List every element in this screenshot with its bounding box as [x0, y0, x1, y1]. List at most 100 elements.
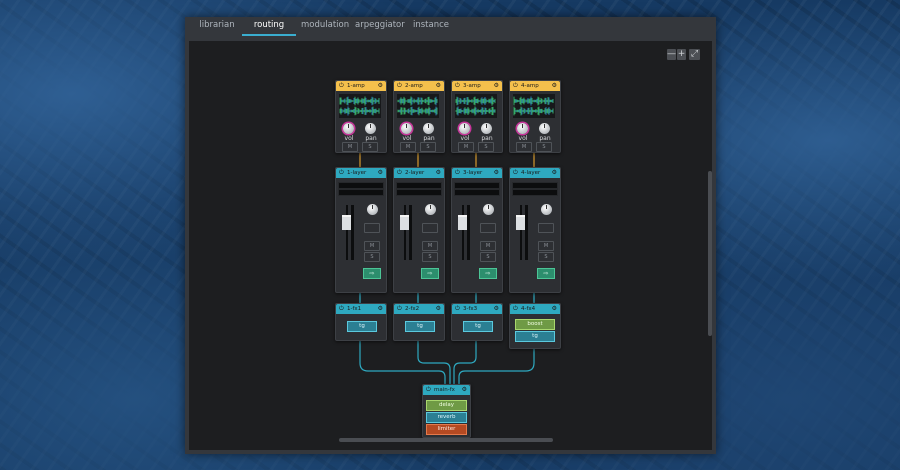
- fx-slot-limiter[interactable]: limiter: [426, 424, 467, 435]
- fx-module[interactable]: ⏻ 3-fx3 ⚙ tg: [451, 303, 503, 341]
- amp-module[interactable]: ⏻ 1-amp ⚙ vol pan M S: [335, 80, 387, 153]
- gear-icon[interactable]: ⚙: [552, 168, 557, 178]
- output-route-button[interactable]: ⇨: [479, 268, 497, 279]
- power-icon[interactable]: ⏻: [513, 304, 518, 314]
- mute-button[interactable]: M: [480, 241, 496, 251]
- gear-icon[interactable]: ⚙: [378, 304, 383, 314]
- output-route-button[interactable]: ⇨: [363, 268, 381, 279]
- solo-button[interactable]: S: [478, 142, 494, 152]
- layer-slot-button[interactable]: [364, 223, 380, 233]
- tab-modulation[interactable]: modulation: [301, 20, 349, 34]
- amp-header[interactable]: ⏻ 1-amp ⚙: [336, 81, 386, 91]
- volume-fader[interactable]: [516, 215, 525, 230]
- power-icon[interactable]: ⏻: [397, 168, 402, 178]
- tab-instance[interactable]: instance: [412, 20, 450, 34]
- fx-slot-delay[interactable]: delay: [426, 400, 467, 411]
- mute-button[interactable]: M: [516, 142, 532, 152]
- fx-header[interactable]: ⏻ 4-fx4 ⚙: [510, 304, 560, 314]
- power-icon[interactable]: ⏻: [397, 304, 402, 314]
- layer-slot-button[interactable]: [422, 223, 438, 233]
- solo-button[interactable]: S: [538, 252, 554, 262]
- power-icon[interactable]: ⏻: [455, 81, 460, 91]
- fx-header[interactable]: ⏻ 2-fx2 ⚙: [394, 304, 444, 314]
- gear-icon[interactable]: ⚙: [436, 168, 441, 178]
- gear-icon[interactable]: ⚙: [436, 81, 441, 91]
- amp-module[interactable]: ⏻ 3-amp ⚙ vol pan M S: [451, 80, 503, 153]
- layer-slot-button[interactable]: [480, 223, 496, 233]
- layer-module[interactable]: ⏻ 1-layer ⚙ M S ⇨: [335, 167, 387, 293]
- fit-view-button[interactable]: ⤢: [689, 49, 700, 60]
- vertical-scrollbar[interactable]: [708, 171, 712, 336]
- amp-header[interactable]: ⏻ 3-amp ⚙: [452, 81, 502, 91]
- gear-icon[interactable]: ⚙: [494, 81, 499, 91]
- gear-icon[interactable]: ⚙: [494, 168, 499, 178]
- vol-knob[interactable]: [343, 123, 354, 134]
- amp-header[interactable]: ⏻ 4-amp ⚙: [510, 81, 560, 91]
- gear-icon[interactable]: ⚙: [378, 81, 383, 91]
- mute-button[interactable]: M: [538, 241, 554, 251]
- mute-button[interactable]: M: [364, 241, 380, 251]
- fx-slot-tg[interactable]: tg: [463, 321, 493, 332]
- mute-button[interactable]: M: [458, 142, 474, 152]
- solo-button[interactable]: S: [420, 142, 436, 152]
- mute-button[interactable]: M: [342, 142, 358, 152]
- tab-arpeggiator[interactable]: arpeggiator: [355, 20, 405, 34]
- layer-header[interactable]: ⏻ 3-layer ⚙: [452, 168, 502, 178]
- gear-icon[interactable]: ⚙: [494, 304, 499, 314]
- fx-slot-tg[interactable]: tg: [515, 331, 555, 342]
- fx-slot-reverb[interactable]: reverb: [426, 412, 467, 423]
- layer-knob[interactable]: [367, 204, 378, 215]
- power-icon[interactable]: ⏻: [339, 168, 344, 178]
- amp-module[interactable]: ⏻ 4-amp ⚙ vol pan M S: [509, 80, 561, 153]
- fx-slot-boost[interactable]: boost: [515, 319, 555, 330]
- pan-knob[interactable]: [423, 123, 434, 134]
- power-icon[interactable]: ⏻: [426, 385, 431, 395]
- output-route-button[interactable]: ⇨: [537, 268, 555, 279]
- vol-knob[interactable]: [517, 123, 528, 134]
- power-icon[interactable]: ⏻: [455, 168, 460, 178]
- fx-header[interactable]: ⏻ 3-fx3 ⚙: [452, 304, 502, 314]
- gear-icon[interactable]: ⚙: [552, 81, 557, 91]
- fx-module[interactable]: ⏻ 1-fx1 ⚙ tg: [335, 303, 387, 341]
- fx-slot-tg[interactable]: tg: [405, 321, 435, 332]
- gear-icon[interactable]: ⚙: [462, 385, 467, 395]
- power-icon[interactable]: ⏻: [339, 81, 344, 91]
- amp-module[interactable]: ⏻ 2-amp ⚙ vol pan M S: [393, 80, 445, 153]
- pan-knob[interactable]: [481, 123, 492, 134]
- zoom-in-button[interactable]: +: [677, 49, 686, 60]
- layer-module[interactable]: ⏻ 2-layer ⚙ M S ⇨: [393, 167, 445, 293]
- layer-slot-button[interactable]: [538, 223, 554, 233]
- gear-icon[interactable]: ⚙: [436, 304, 441, 314]
- pan-knob[interactable]: [539, 123, 550, 134]
- layer-header[interactable]: ⏻ 4-layer ⚙: [510, 168, 560, 178]
- layer-knob[interactable]: [541, 204, 552, 215]
- power-icon[interactable]: ⏻: [513, 168, 518, 178]
- layer-module[interactable]: ⏻ 4-layer ⚙ M S ⇨: [509, 167, 561, 293]
- vol-knob[interactable]: [401, 123, 412, 134]
- horizontal-scrollbar[interactable]: [339, 438, 553, 442]
- solo-button[interactable]: S: [480, 252, 496, 262]
- mute-button[interactable]: M: [422, 241, 438, 251]
- solo-button[interactable]: S: [362, 142, 378, 152]
- solo-button[interactable]: S: [422, 252, 438, 262]
- solo-button[interactable]: S: [364, 252, 380, 262]
- tab-librarian[interactable]: librarian: [197, 20, 237, 34]
- power-icon[interactable]: ⏻: [397, 81, 402, 91]
- volume-fader[interactable]: [458, 215, 467, 230]
- fx-header[interactable]: ⏻ 1-fx1 ⚙: [336, 304, 386, 314]
- power-icon[interactable]: ⏻: [455, 304, 460, 314]
- volume-fader[interactable]: [400, 215, 409, 230]
- fx-module[interactable]: ⏻ 2-fx2 ⚙ tg: [393, 303, 445, 341]
- main-fx-header[interactable]: ⏻ main-fx ⚙: [423, 385, 470, 395]
- gear-icon[interactable]: ⚙: [378, 168, 383, 178]
- solo-button[interactable]: S: [536, 142, 552, 152]
- power-icon[interactable]: ⏻: [513, 81, 518, 91]
- output-route-button[interactable]: ⇨: [421, 268, 439, 279]
- power-icon[interactable]: ⏻: [339, 304, 344, 314]
- layer-knob[interactable]: [425, 204, 436, 215]
- layer-knob[interactable]: [483, 204, 494, 215]
- pan-knob[interactable]: [365, 123, 376, 134]
- amp-header[interactable]: ⏻ 2-amp ⚙: [394, 81, 444, 91]
- zoom-out-button[interactable]: —: [667, 49, 676, 60]
- layer-module[interactable]: ⏻ 3-layer ⚙ M S ⇨: [451, 167, 503, 293]
